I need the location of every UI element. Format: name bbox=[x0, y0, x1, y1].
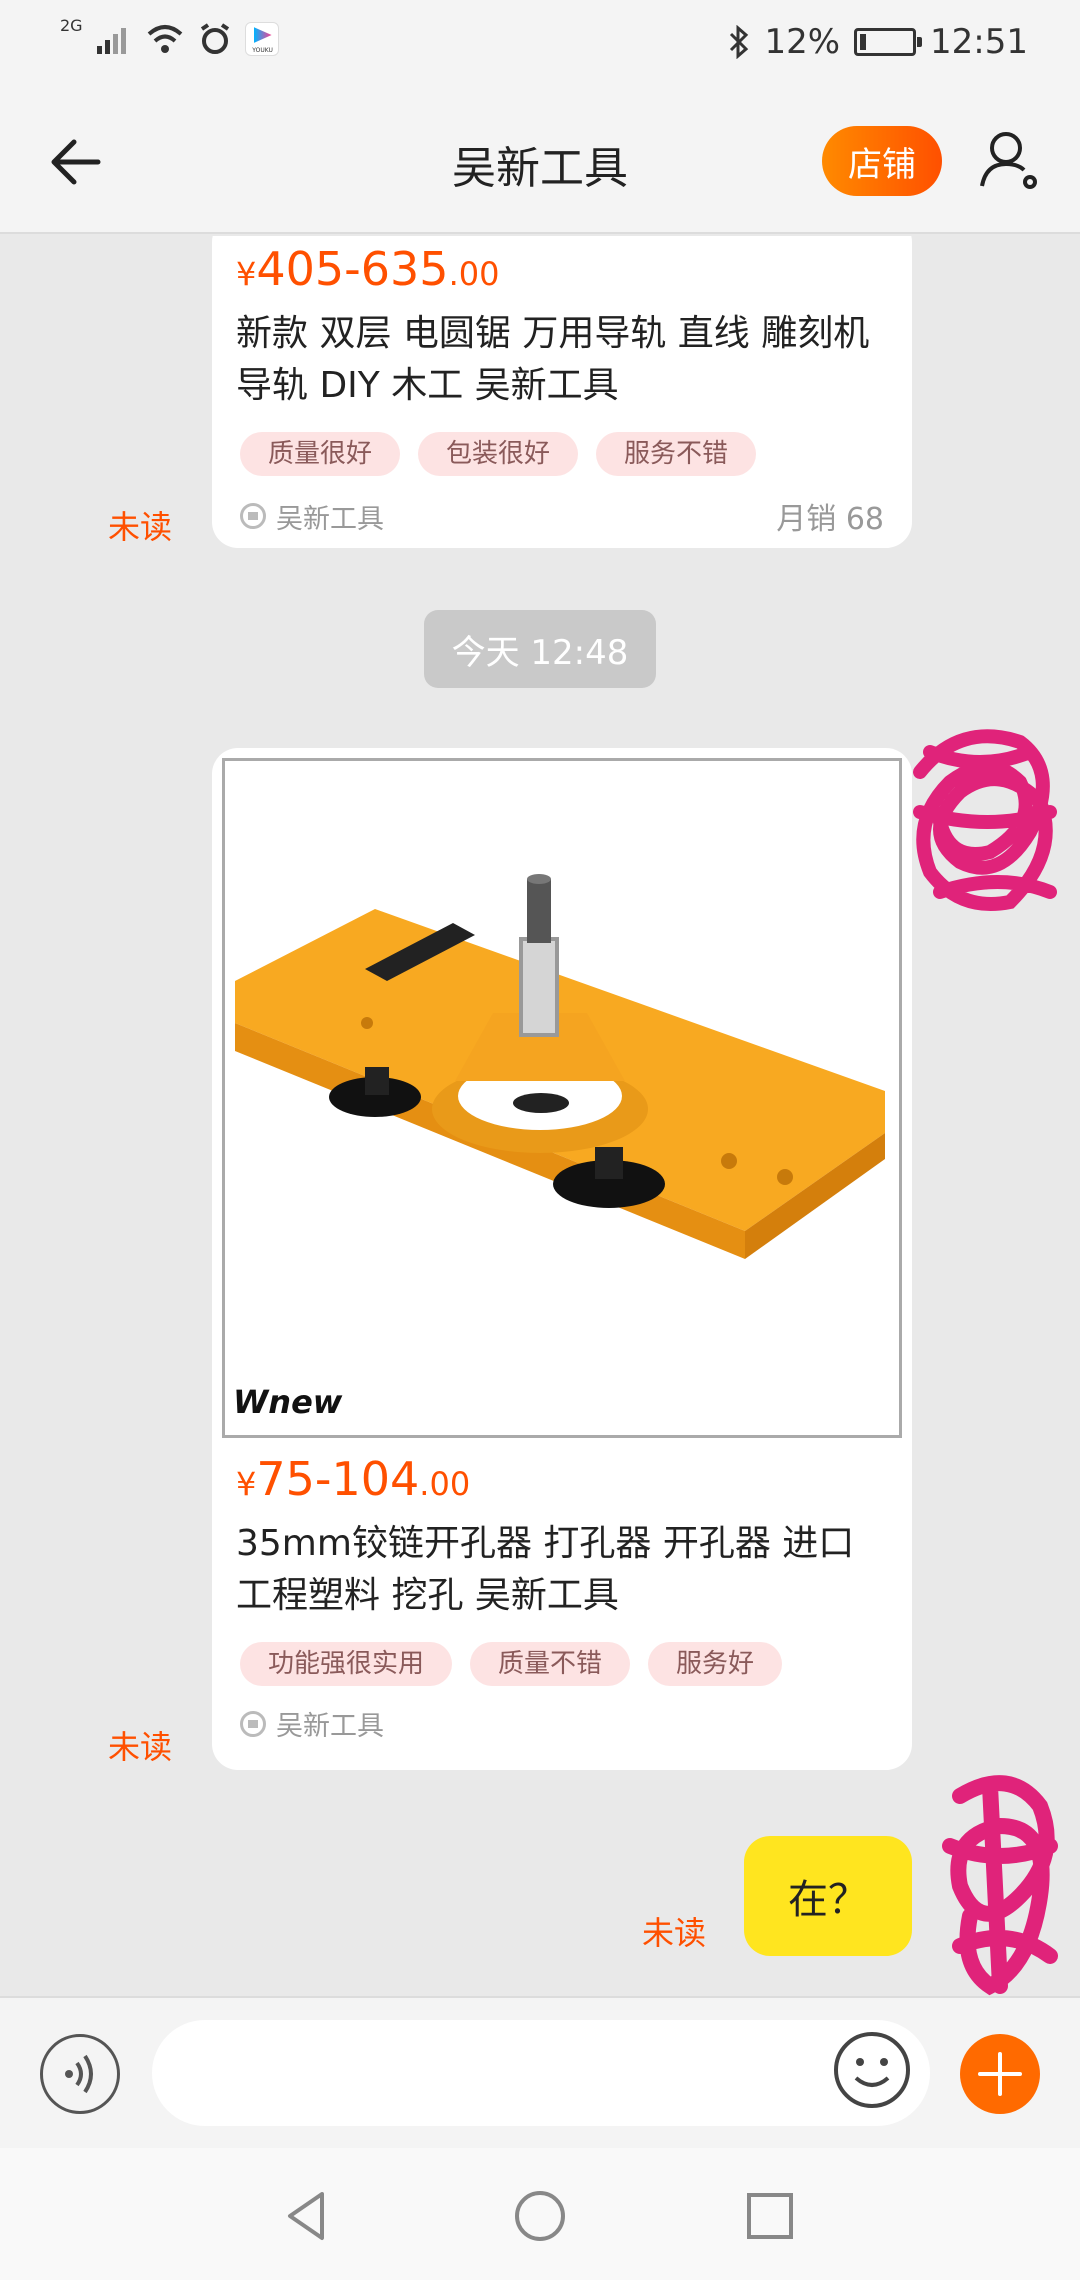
youku-app-icon: YOUKU bbox=[244, 22, 279, 56]
bluetooth-icon bbox=[730, 25, 749, 59]
battery-percent: 12% bbox=[764, 22, 841, 62]
plus-button[interactable] bbox=[960, 2034, 1040, 2114]
product-tag: 质量不错 bbox=[470, 1642, 631, 1686]
network-type: 2G bbox=[60, 15, 83, 35]
nav-back-button[interactable] bbox=[276, 2184, 340, 2248]
status-right: 12% 12:51 bbox=[728, 22, 1028, 62]
product-tag: 质量很好 bbox=[240, 432, 401, 476]
redaction-scribble-2 bbox=[942, 1775, 1058, 1996]
circle-home-icon bbox=[515, 2191, 565, 2241]
shop-line-1: 吴新工具 月销 68 bbox=[240, 494, 884, 538]
emoji-button[interactable] bbox=[832, 2030, 912, 2110]
voice-icon bbox=[65, 2054, 93, 2094]
product-card-2[interactable]: Wnew ¥ 75-104 .00 35mm铰链开孔器 打孔器 开孔器 进口工程… bbox=[212, 748, 912, 1770]
emoji-icon bbox=[834, 2032, 910, 2108]
hinge-jig-image bbox=[235, 874, 885, 1259]
product-title-1: 新款 双层 电圆锯 万用导轨 直线 雕刻机 导轨 DIY 木工 吴新工具 bbox=[236, 313, 870, 406]
user-settings-icon bbox=[980, 132, 1037, 189]
chat-header: 吴新工具 店铺 bbox=[0, 92, 1080, 234]
signal-icon bbox=[96, 28, 126, 54]
profile-button[interactable] bbox=[976, 126, 1046, 196]
product-image[interactable]: Wnew bbox=[222, 758, 902, 1438]
triangle-back-icon bbox=[288, 2192, 324, 2240]
battery-icon bbox=[854, 28, 923, 56]
shop-name[interactable]: 吴新工具 bbox=[276, 1704, 384, 1743]
input-bar bbox=[0, 1996, 1080, 2148]
youku-label: YOUKU bbox=[252, 47, 273, 54]
product-price-1: ¥ 405-635 .00 bbox=[236, 242, 500, 296]
product-tag: 服务好 bbox=[648, 1642, 783, 1686]
unread-status-2: 未读 bbox=[108, 1728, 173, 1766]
nav-recents-button[interactable] bbox=[738, 2184, 802, 2248]
shop-button[interactable]: 店铺 bbox=[822, 126, 942, 196]
square-recents-icon bbox=[747, 2193, 793, 2239]
product-tags-2: 功能强很实用 质量不错 服务好 bbox=[240, 1642, 783, 1686]
wifi-icon bbox=[147, 25, 182, 53]
redaction-scribble-1 bbox=[913, 729, 1057, 911]
unread-status-3: 未读 bbox=[642, 1914, 707, 1952]
plus-icon bbox=[978, 2052, 1022, 2096]
product-tag: 功能强很实用 bbox=[240, 1642, 453, 1686]
alarm-icon bbox=[200, 23, 229, 54]
message-input[interactable] bbox=[152, 2020, 930, 2126]
product-tags-1: 质量很好 包装很好 服务不错 bbox=[240, 432, 757, 476]
nav-home-button[interactable] bbox=[508, 2184, 572, 2248]
status-bar: 2G YOUKU 12% 12:51 bbox=[0, 0, 1080, 92]
shop-line-2: 吴新工具 bbox=[240, 1704, 884, 1743]
status-left: 2G YOUKU bbox=[60, 16, 279, 56]
shop-icon bbox=[240, 503, 266, 529]
shop-icon bbox=[240, 1710, 266, 1737]
chat-area[interactable]: ¥ 405-635 .00 新款 双层 电圆锯 万用导轨 直线 雕刻机 导轨 D… bbox=[0, 236, 1080, 1996]
clock: 12:51 bbox=[930, 22, 1028, 62]
system-nav-bar bbox=[0, 2148, 1080, 2280]
product-tag: 服务不错 bbox=[596, 432, 757, 476]
product-card-1[interactable]: ¥ 405-635 .00 新款 双层 电圆锯 万用导轨 直线 雕刻机 导轨 D… bbox=[212, 236, 912, 548]
time-divider: 今天 12:48 bbox=[424, 610, 656, 688]
message-bubble[interactable]: 在？ bbox=[744, 1836, 912, 1956]
product-tag: 包装很好 bbox=[418, 432, 579, 476]
product-title-2: 35mm铰链开孔器 打孔器 开孔器 进口工程塑料 挖孔 吴新工具 bbox=[236, 1523, 855, 1616]
unread-status-1: 未读 bbox=[108, 508, 173, 546]
product-price-2: ¥ 75-104 .00 bbox=[236, 1452, 471, 1506]
shop-name[interactable]: 吴新工具 bbox=[276, 497, 384, 536]
monthly-sales: 月销 68 bbox=[776, 502, 884, 537]
voice-button[interactable] bbox=[40, 2034, 120, 2114]
brand-logo: Wnew bbox=[233, 1383, 343, 1421]
